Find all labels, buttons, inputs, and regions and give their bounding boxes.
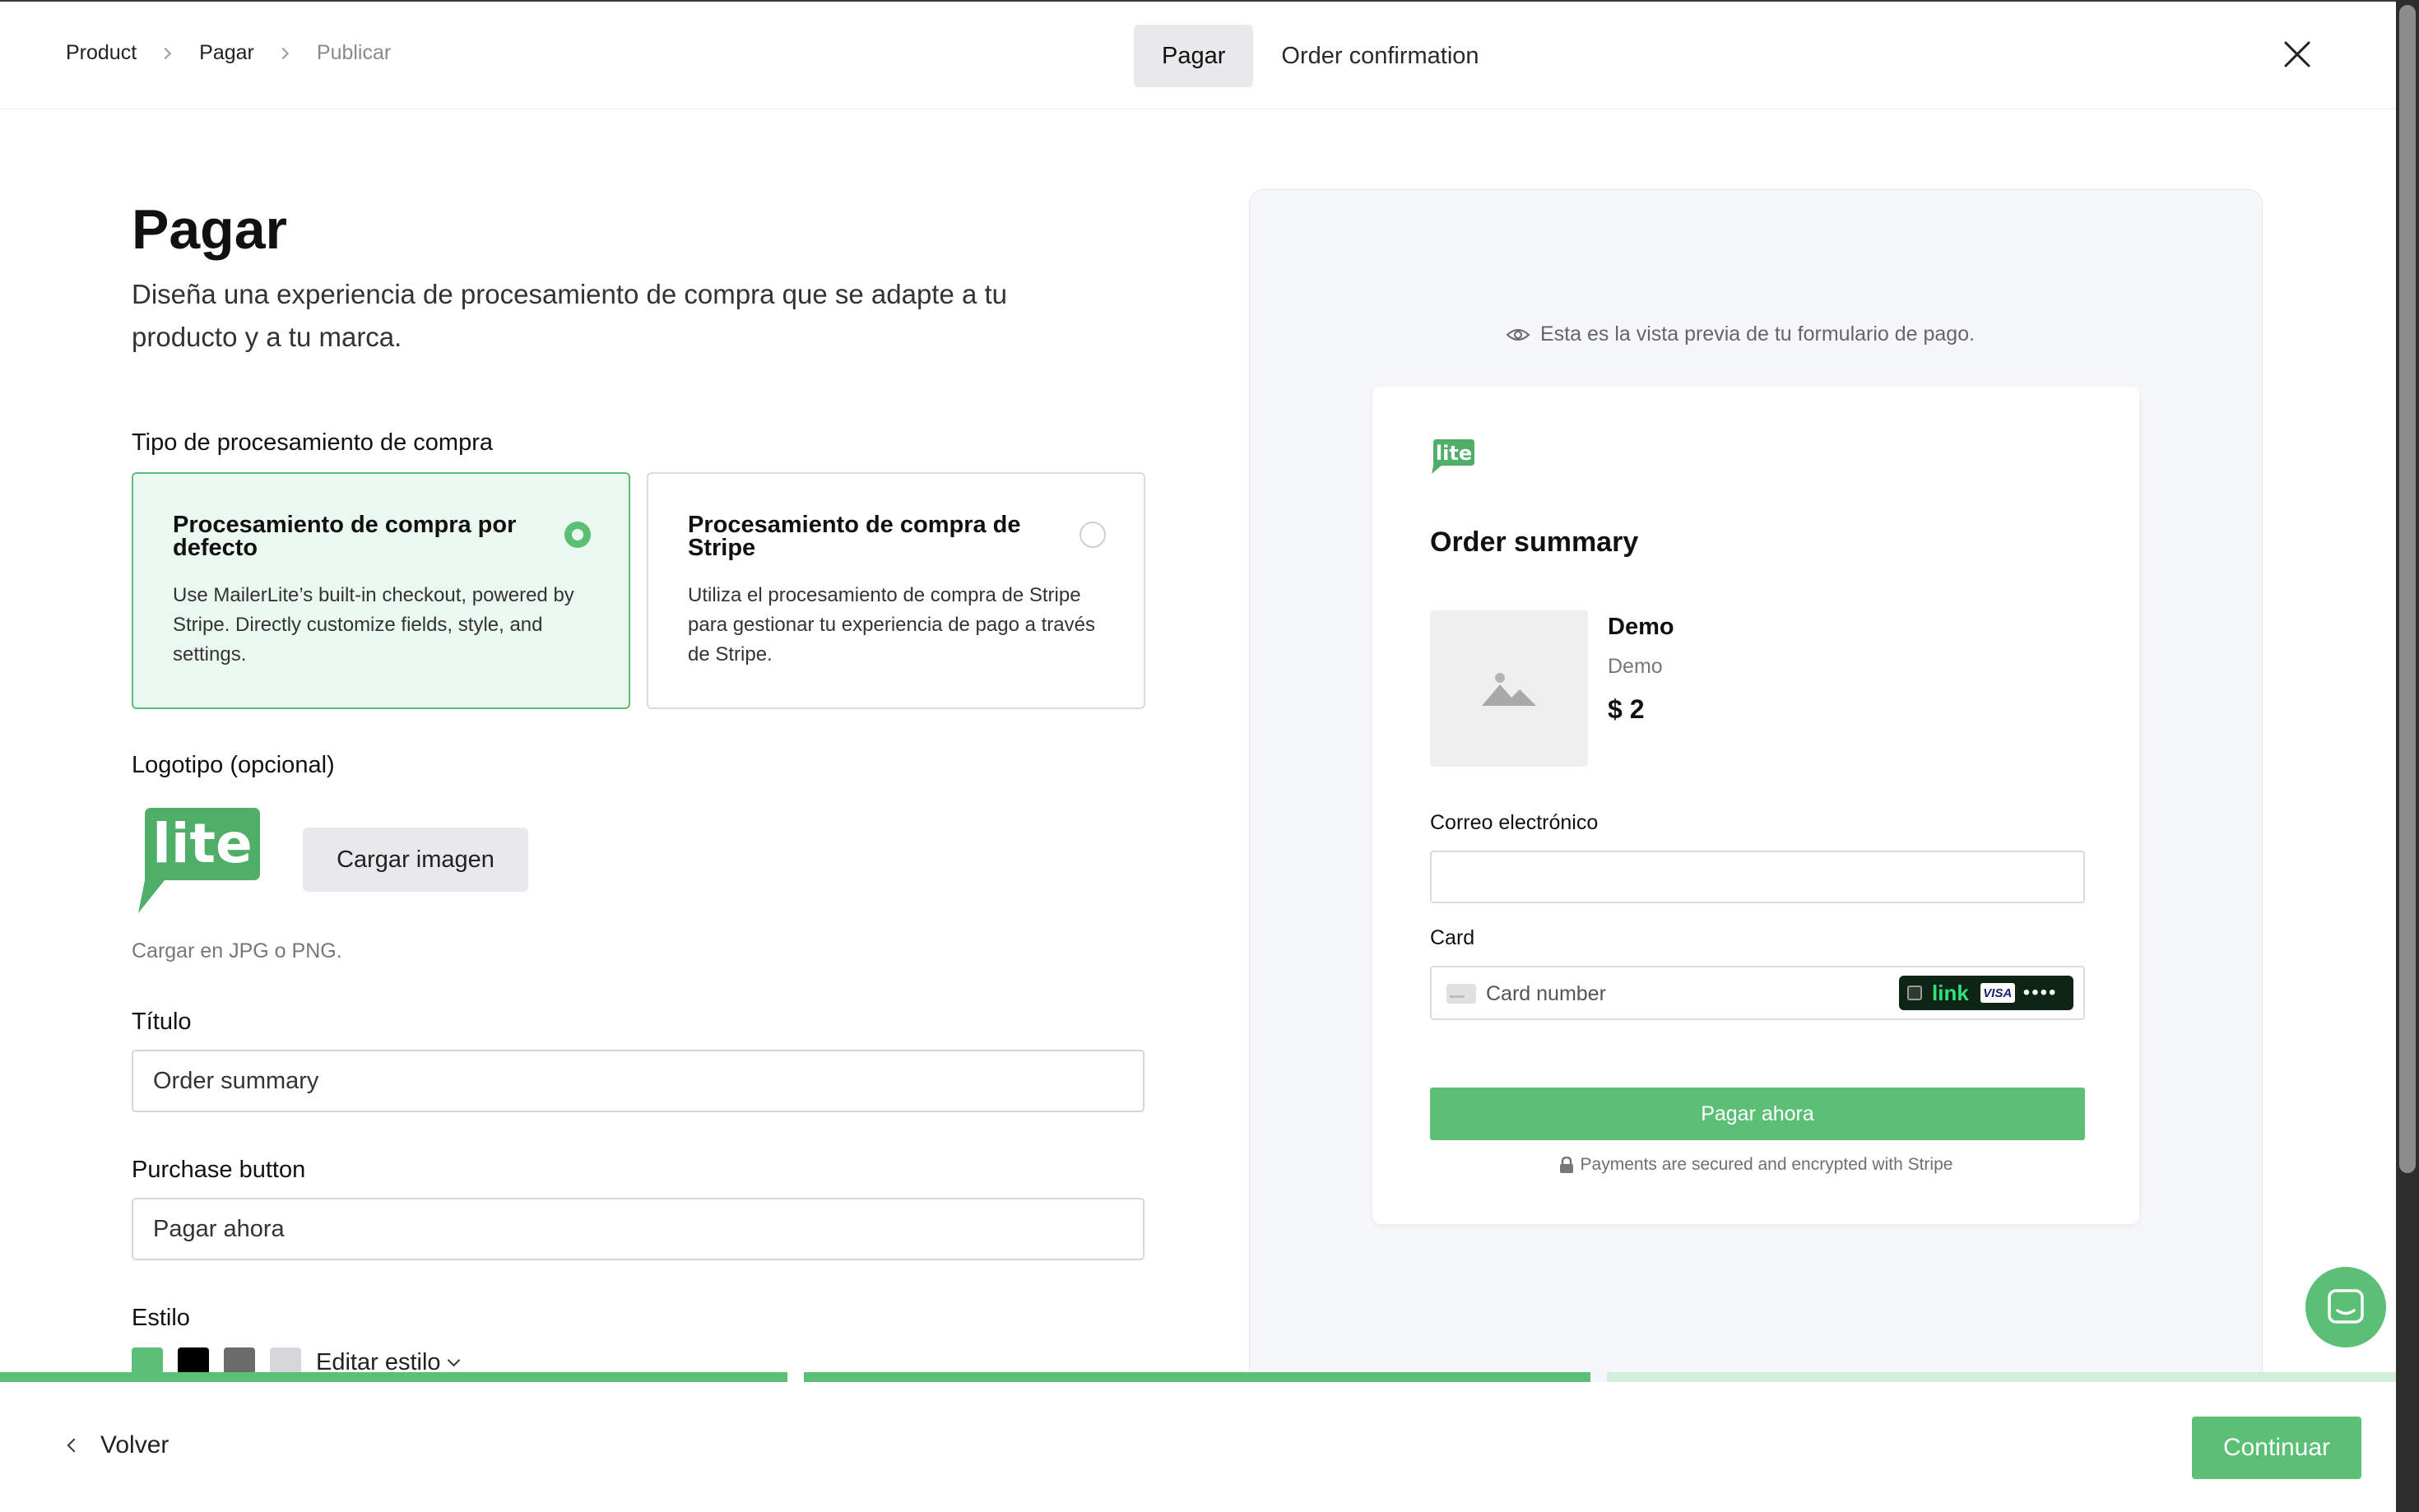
card-placeholder: Card number xyxy=(1486,982,1606,1005)
checkbox-icon xyxy=(1907,986,1922,1000)
progress-step-1 xyxy=(0,1372,787,1382)
visa-icon: VISA xyxy=(1980,983,2015,1003)
credit-card-icon xyxy=(1446,984,1476,1004)
top-bar: Product Pagar Publicar Pagar Order confi… xyxy=(0,0,2396,109)
title-field-label: Título xyxy=(132,1009,192,1035)
preview-logo: lite xyxy=(1432,439,1474,474)
tab-bar: Pagar Order confirmation xyxy=(1134,25,1507,87)
card-label: Card xyxy=(1430,926,1475,949)
tab-pagar[interactable]: Pagar xyxy=(1134,25,1254,87)
email-input[interactable] xyxy=(1430,851,2085,903)
tab-order-confirmation[interactable]: Order confirmation xyxy=(1253,25,1507,87)
breadcrumb: Product Pagar Publicar xyxy=(66,41,391,65)
logo-text: lite xyxy=(152,812,253,875)
close-icon[interactable] xyxy=(2281,38,2314,71)
radio-default-checkout[interactable] xyxy=(564,522,591,548)
eye-icon xyxy=(1506,328,1530,341)
pay-now-button[interactable]: Pagar ahora xyxy=(1430,1088,2085,1140)
product-image xyxy=(1430,610,1588,767)
preview-note: Esta es la vista previa de tu formulario… xyxy=(1506,322,1975,346)
breadcrumb-publicar: Publicar xyxy=(316,41,392,64)
purchase-button-label: Purchase button xyxy=(132,1157,306,1183)
image-placeholder-icon xyxy=(1482,673,1536,706)
checkout-type-label: Tipo de procesamiento de compra xyxy=(132,429,493,456)
continue-button[interactable]: Continuar xyxy=(2192,1417,2361,1479)
email-label: Correo electrónico xyxy=(1430,811,1599,834)
logo-preview: lite xyxy=(138,808,260,913)
scrollbar-thumb[interactable] xyxy=(2399,5,2416,1173)
progress-step-2 xyxy=(804,1372,1590,1382)
link-pay-badge[interactable]: link VISA •••• xyxy=(1899,976,2073,1010)
preview-logo-text: lite xyxy=(1436,442,1472,465)
link-label: link xyxy=(1932,980,1969,1005)
product-price: $ 2 xyxy=(1608,694,1645,724)
chat-icon xyxy=(2328,1289,2364,1324)
option-stripe-checkout[interactable]: Procesamiento de compra de Stripe Utiliz… xyxy=(647,472,1145,709)
preview-title: Order summary xyxy=(1430,526,1639,558)
upload-hint: Cargar en JPG o PNG. xyxy=(132,939,342,962)
card-dots: •••• xyxy=(2022,981,2058,1004)
checkout-preview-card: lite Order summary Demo Demo $ 2 Correo … xyxy=(1372,387,2139,1224)
option-title: Procesamiento de compra por defecto xyxy=(173,512,517,561)
page-subtitle: Diseña una experiencia de procesamiento … xyxy=(132,279,1008,352)
product-description: Demo xyxy=(1608,655,1663,678)
breadcrumb-product[interactable]: Product xyxy=(66,41,137,65)
upload-image-button[interactable]: Cargar imagen xyxy=(303,828,528,892)
progress-step-3 xyxy=(1607,1372,2396,1382)
back-label: Volver xyxy=(100,1431,169,1459)
chevron-down-icon xyxy=(447,1353,460,1367)
page-title: Pagar xyxy=(132,198,287,261)
breadcrumb-pagar[interactable]: Pagar xyxy=(199,41,254,65)
chevron-right-icon xyxy=(160,47,172,59)
product-name: Demo xyxy=(1608,614,1674,640)
preview-note-text: Esta es la vista previa de tu formulario… xyxy=(1540,322,1976,346)
option-description: Use MailerLite’s built-in checkout, powe… xyxy=(173,584,574,666)
purchase-button-input[interactable] xyxy=(132,1198,1144,1260)
logo-label: Logotipo (opcional) xyxy=(132,752,335,778)
chat-button[interactable] xyxy=(2305,1267,2386,1347)
secure-note-text: Payments are secured and encrypted with … xyxy=(1580,1155,1953,1174)
style-label: Estilo xyxy=(132,1305,190,1331)
footer-bar xyxy=(0,1382,2396,1512)
back-button[interactable]: Volver xyxy=(67,1431,169,1459)
option-title: Procesamiento de compra de Stripe xyxy=(688,512,1021,561)
chevron-left-icon xyxy=(67,1438,81,1453)
secure-note: Payments are secured and encrypted with … xyxy=(1372,1155,2139,1175)
title-input[interactable] xyxy=(132,1050,1144,1112)
lock-icon xyxy=(1559,1157,1573,1173)
card-number-input[interactable]: Card number link VISA •••• xyxy=(1430,966,2085,1020)
option-default-checkout[interactable]: Procesamiento de compra por defecto Use … xyxy=(132,472,630,709)
chevron-right-icon xyxy=(276,47,289,59)
option-description: Utiliza el procesamiento de compra de St… xyxy=(688,584,1095,666)
radio-stripe-checkout[interactable] xyxy=(1079,522,1106,548)
